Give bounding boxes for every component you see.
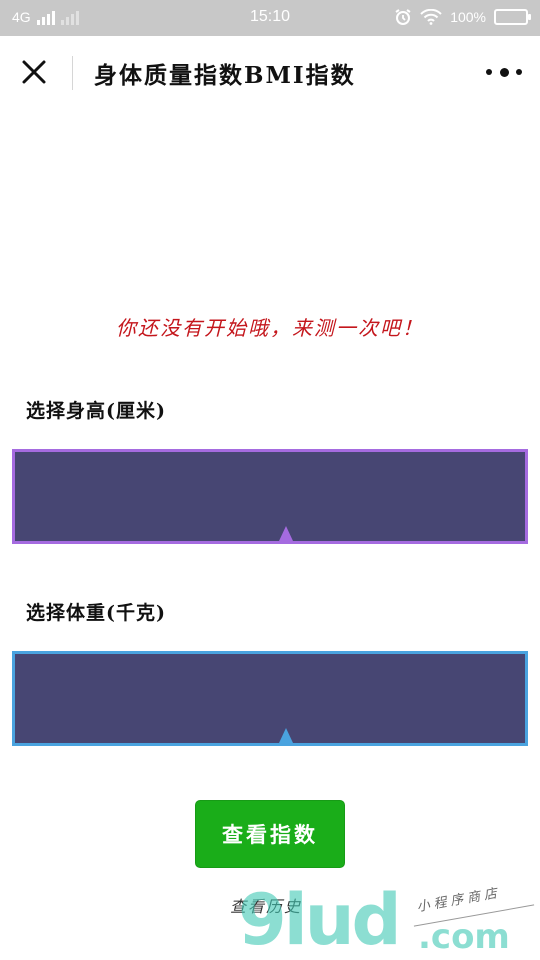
more-icon (486, 69, 492, 75)
weight-picker[interactable] (12, 651, 528, 746)
height-pointer-icon (279, 526, 293, 541)
height-label: 选择身高(厘米) (26, 400, 166, 422)
status-bar: 4G 15:10 100% (0, 0, 540, 36)
page-title: 身体质量指数BMI指数 (94, 62, 356, 89)
nav-divider (72, 56, 73, 90)
watermark: 9lud .com 小程序商店 (238, 885, 538, 960)
battery-percent: 100% (450, 9, 486, 25)
watermark-logo: 9lud (238, 879, 402, 960)
watermark-subtitle: 小程序商店 (415, 885, 503, 916)
more-icon-dot (499, 67, 509, 77)
close-button[interactable] (16, 54, 52, 90)
weight-label: 选择体重(千克) (26, 602, 166, 624)
empty-hint: 你还没有开始哦，来测一次吧！ (116, 316, 424, 340)
view-index-button[interactable]: 查看指数 (195, 800, 345, 868)
close-icon (22, 60, 46, 84)
battery-icon (494, 9, 531, 25)
alarm-icon (395, 9, 411, 25)
more-button[interactable] (486, 62, 522, 82)
nav-bar: 身体质量指数BMI指数 (0, 36, 540, 108)
height-picker[interactable] (12, 449, 528, 544)
wifi-icon (420, 9, 442, 25)
weight-pointer-icon (279, 728, 293, 743)
status-right: 100% (394, 8, 531, 26)
more-icon-dot (516, 69, 522, 75)
